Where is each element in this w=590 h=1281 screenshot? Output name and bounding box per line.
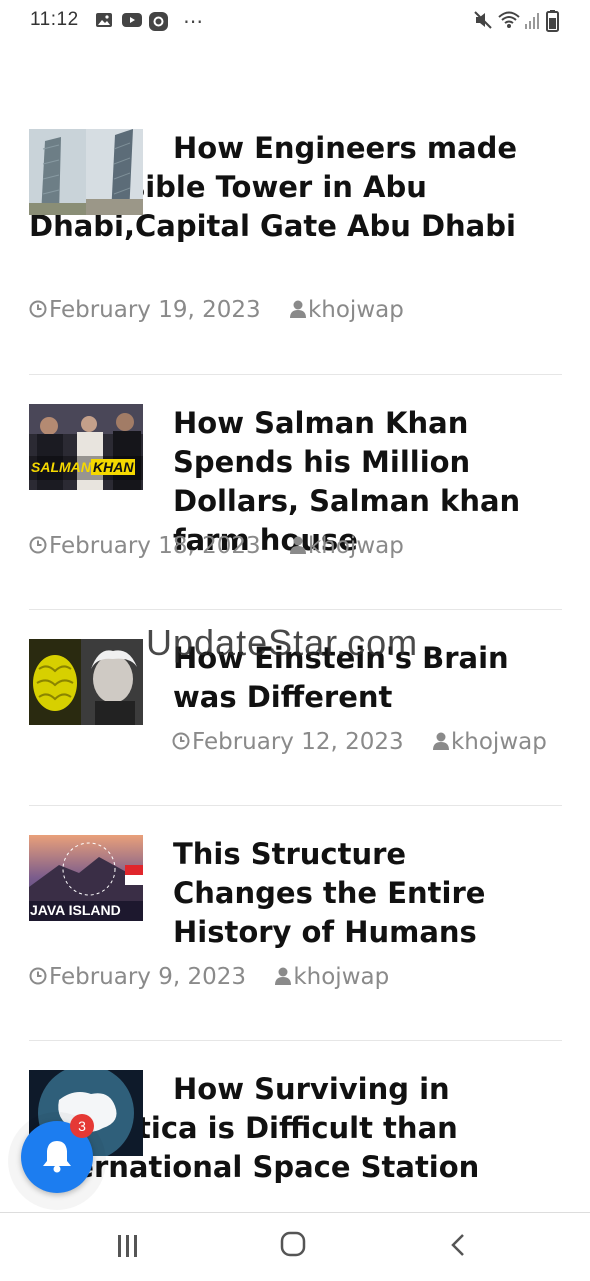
notification-badge: 3	[70, 1114, 94, 1138]
article-item[interactable]: How Surviving in Antarctica is Difficult…	[29, 1070, 562, 1212]
user-icon	[432, 730, 449, 756]
user-icon	[289, 534, 306, 560]
article-meta: February 18, 2023 khojwap	[29, 533, 404, 560]
article-meta: February 19, 2023 khojwap	[29, 297, 404, 324]
article-author[interactable]: khojwap	[451, 729, 547, 755]
mute-icon	[474, 10, 492, 34]
divider	[29, 805, 562, 806]
back-icon[interactable]	[449, 1233, 467, 1261]
article-thumbnail[interactable]	[29, 129, 143, 215]
thumbnail-caption: JAVA ISLAND	[30, 902, 121, 918]
user-icon	[289, 298, 306, 324]
more-dots-icon: ⋯	[183, 9, 203, 33]
app-icon	[149, 12, 168, 35]
clock-icon	[29, 965, 47, 991]
thumbnail-caption: SALMAN	[31, 459, 91, 475]
article-thumbnail[interactable]: SALMAN KHAN	[29, 404, 143, 490]
system-nav-bar	[0, 1212, 590, 1281]
article-title[interactable]: This Structure Changes the Entire Histor…	[173, 835, 533, 952]
signal-icon	[524, 10, 540, 34]
divider	[29, 609, 562, 610]
thumbnail-caption: KHAN	[91, 459, 136, 475]
watermark: UpdateStar.com	[146, 622, 419, 663]
divider	[29, 1040, 562, 1041]
article-date: February 12, 2023	[192, 729, 404, 755]
article-meta: February 9, 2023 khojwap	[29, 964, 389, 991]
gallery-icon	[95, 12, 113, 32]
article-item[interactable]: How Engineers made Impossible Tower in A…	[29, 129, 562, 246]
article-author[interactable]: khojwap	[308, 533, 404, 559]
article-date: February 9, 2023	[49, 964, 247, 990]
clock-icon	[29, 298, 47, 324]
status-bar: 11:12 ⋯	[0, 0, 590, 44]
recent-apps-icon[interactable]	[116, 1235, 140, 1261]
article-thumbnail[interactable]	[29, 639, 143, 725]
article-meta: February 12, 2023 khojwap	[172, 729, 547, 756]
battery-icon	[546, 10, 559, 36]
article-thumbnail[interactable]: JAVA ISLAND	[29, 835, 143, 921]
clock-icon	[172, 730, 190, 756]
article-date: February 19, 2023	[49, 297, 261, 323]
divider	[29, 374, 562, 375]
youtube-icon	[122, 12, 142, 32]
status-time: 11:12	[30, 9, 79, 30]
clock-icon	[29, 534, 47, 560]
user-icon	[275, 965, 292, 991]
article-date: February 18, 2023	[49, 533, 261, 559]
bell-icon	[42, 1139, 72, 1177]
home-icon[interactable]	[280, 1231, 306, 1261]
article-author[interactable]: khojwap	[293, 964, 389, 990]
wifi-icon	[498, 10, 520, 34]
article-author[interactable]: khojwap	[308, 297, 404, 323]
